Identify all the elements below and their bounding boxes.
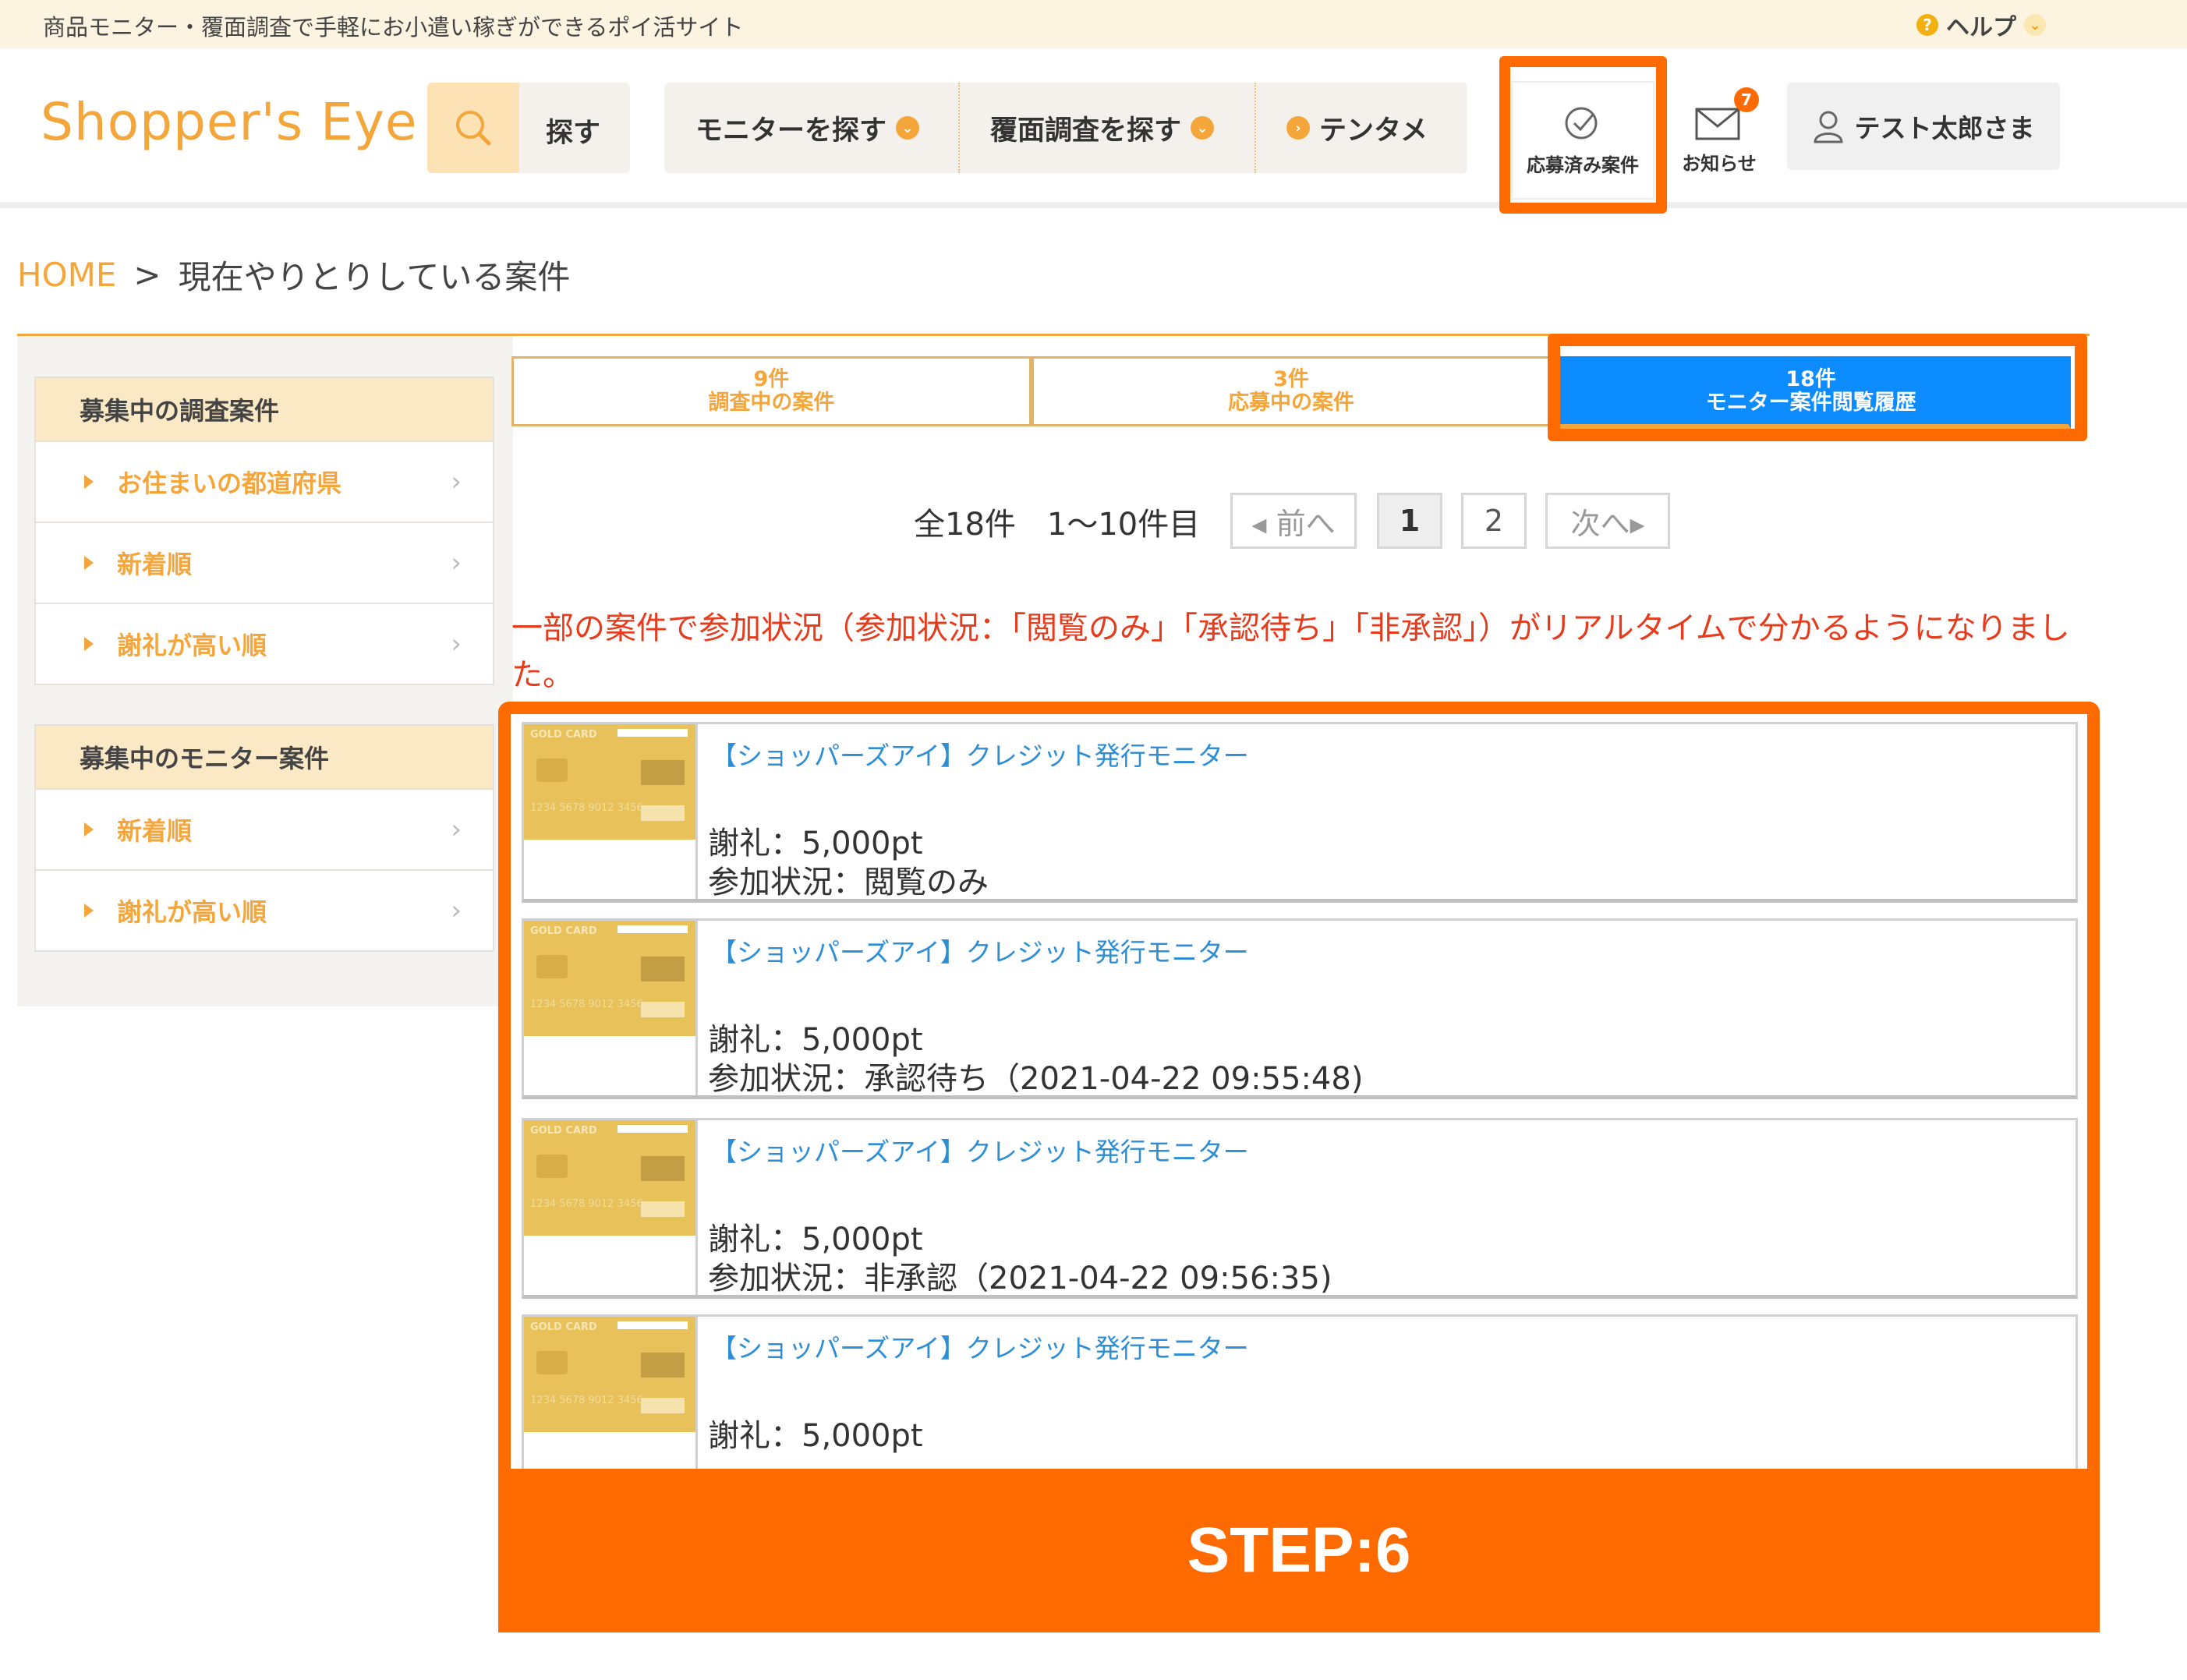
help-link[interactable]: ? ヘルプ ⌄ — [1916, 8, 2046, 42]
page-2-button[interactable]: 2 — [1461, 493, 1527, 549]
sidebar-item-label: お住まいの都道府県 — [117, 469, 342, 498]
user-menu-button[interactable]: テスト太郎さま — [1787, 83, 2060, 170]
sidebar-item-label: 新着順 — [117, 550, 193, 579]
search-label[interactable]: 探す — [546, 111, 600, 150]
prev-page-button[interactable]: ◂ 前へ — [1230, 493, 1357, 549]
nav-divider — [1255, 83, 1256, 173]
notification-badge: 7 — [1734, 87, 1759, 112]
nav-label: モニターを探す — [695, 115, 887, 147]
nav-find-mystery-shop[interactable]: 覆面調査を探す ⌄ — [990, 83, 1215, 173]
highlight-box — [1499, 56, 1667, 214]
panel-title: 募集中のモニター案件 — [36, 726, 493, 788]
chevron-down-icon: ⌄ — [1191, 116, 1215, 140]
breadcrumb-home[interactable]: HOME — [17, 256, 116, 294]
user-icon — [1813, 111, 1843, 143]
breadcrumb-separator: > — [133, 256, 161, 294]
sidebar-item-highest-reward[interactable]: 謝礼が高い順 › — [36, 603, 493, 684]
sidebar-item-label: 謝礼が高い順 — [117, 897, 267, 927]
triangle-right-icon — [84, 475, 94, 489]
result-count: 全18件 1〜10件目 — [914, 507, 1201, 543]
triangle-right-icon — [84, 637, 94, 651]
breadcrumb: HOME > 現在やりとりしている案件 — [17, 251, 570, 299]
nav-label: 覆面調査を探す — [990, 115, 1182, 147]
highlight-box — [1548, 334, 2087, 441]
tab-label: 応募中の案件 — [1228, 391, 1354, 415]
help-icon: ? — [1916, 14, 1938, 36]
monitor-category-panel: 募集中のモニター案件 新着順 › 謝礼が高い順 › — [34, 724, 494, 952]
chevron-right-icon: › — [1286, 116, 1310, 140]
help-label: ヘルプ — [1946, 14, 2016, 41]
sidebar-item-highest-reward[interactable]: 謝礼が高い順 › — [36, 869, 493, 950]
next-page-button[interactable]: 次へ▸ — [1545, 493, 1670, 549]
chevron-right-icon: › — [451, 814, 462, 845]
chevron-right-icon: › — [451, 466, 462, 497]
triangle-right-icon — [84, 904, 94, 918]
chevron-down-icon: ⌄ — [2024, 14, 2046, 36]
sidebar-item-prefecture[interactable]: お住まいの都道府県 › — [36, 440, 493, 522]
tab-count: 3件 — [1273, 367, 1309, 391]
mail-icon — [1695, 108, 1740, 140]
nav-divider — [958, 83, 960, 173]
triangle-right-icon — [84, 556, 94, 570]
step-label: STEP:6 — [498, 1469, 2100, 1632]
user-name: テスト太郎さま — [1854, 113, 2035, 143]
sidebar-item-label: 謝礼が高い順 — [117, 631, 267, 660]
nav-find-monitor[interactable]: モニターを探す ⌄ — [695, 83, 920, 173]
nav-label: テンタメ — [1319, 115, 1428, 147]
chevron-right-icon: › — [451, 628, 462, 660]
tab-applying[interactable]: 3件 応募中の案件 — [1031, 356, 1552, 426]
sidebar-item-newest[interactable]: 新着順 › — [36, 788, 493, 869]
tab-in-progress[interactable]: 9件 調査中の案件 — [511, 356, 1032, 426]
notifications-label: お知らせ — [1682, 152, 1757, 175]
tab-count: 9件 — [753, 367, 790, 391]
survey-category-panel: 募集中の調査案件 お住まいの都道府県 › 新着順 › 謝礼が高い順 › — [34, 377, 494, 685]
site-logo[interactable]: Shopper's Eye — [41, 92, 418, 152]
info-message: 一部の案件で参加状況（参加状況：「閲覧のみ」「承認待ち」「非承認」）がリアルタイ… — [511, 610, 2070, 693]
chevron-right-icon: › — [451, 547, 462, 578]
search-icon[interactable] — [427, 83, 519, 173]
panel-title: 募集中の調査案件 — [36, 378, 493, 440]
chevron-down-icon: ⌄ — [896, 116, 920, 140]
sidebar-item-newest[interactable]: 新着順 › — [36, 522, 493, 603]
triangle-right-icon — [84, 822, 94, 836]
breadcrumb-current: 現在やりとりしている案件 — [178, 258, 571, 296]
chevron-right-icon: › — [451, 895, 462, 926]
sidebar-item-label: 新着順 — [117, 816, 193, 846]
site-tagline: 商品モニター・覆面調査で手軽にお小遣い稼ぎができるポイ活サイト — [43, 14, 744, 41]
page-1-button[interactable]: 1 — [1377, 493, 1442, 549]
nav-tentame[interactable]: › テンタメ — [1286, 83, 1428, 173]
tab-label: 調査中の案件 — [708, 391, 835, 415]
